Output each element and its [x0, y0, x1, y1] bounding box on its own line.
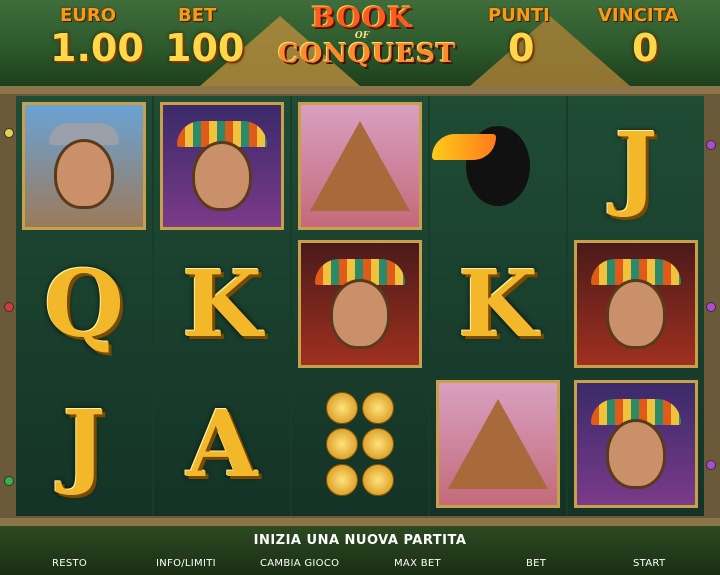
reel-3	[292, 96, 428, 516]
payline-marker	[4, 476, 14, 486]
bet-value: 100	[165, 26, 245, 70]
reel-5: J	[568, 96, 704, 516]
letter-k: K	[182, 250, 262, 358]
symbol-aztec-warrior	[572, 378, 700, 510]
symbol-pyramid	[296, 100, 424, 232]
euro-label: EURO	[60, 5, 117, 26]
bet-button[interactable]: BET	[526, 558, 546, 569]
payline-marker	[706, 140, 716, 150]
status-message: INIZIA UNA NUOVA PARTITA	[253, 533, 467, 548]
reels-area: Q J K A K J	[16, 96, 704, 516]
letter-k: K	[458, 250, 538, 358]
payline-marker	[4, 128, 14, 138]
letter-q: Q	[43, 250, 125, 358]
letter-a: A	[186, 390, 258, 498]
symbol-conquistador	[20, 100, 148, 232]
symbol-gold-coins	[296, 378, 424, 510]
symbol-q: Q	[20, 238, 148, 370]
start-button[interactable]: START	[633, 558, 665, 569]
symbol-aztec-warrior	[158, 100, 286, 232]
punti-label: PUNTI	[488, 5, 550, 26]
letter-j: J	[62, 390, 106, 498]
symbol-j: J	[572, 100, 700, 232]
payline-marker	[4, 302, 14, 312]
pyramid-backdrop	[470, 16, 630, 86]
aztec-warrior-icon	[160, 102, 284, 230]
vincita-value: 0	[632, 26, 659, 70]
symbol-toucan	[432, 100, 562, 232]
game-header: EURO 1.00 BET 100 BOOK OF CONQUEST PUNTI…	[0, 0, 720, 86]
symbol-k: K	[158, 238, 286, 370]
euro-value: 1.00	[50, 26, 144, 70]
cambia-gioco-button[interactable]: CAMBIA GIOCO	[260, 558, 339, 569]
bet-label: BET	[178, 5, 217, 26]
letter-j: J	[614, 112, 658, 220]
pyramid-icon	[298, 102, 422, 230]
max-bet-button[interactable]: MAX BET	[394, 558, 441, 569]
punti-value: 0	[508, 26, 535, 70]
symbol-aztec-woman	[572, 238, 700, 370]
gold-coins-icon	[298, 380, 422, 508]
vincita-label: VINCITA	[598, 5, 679, 26]
payline-marker	[706, 302, 716, 312]
conquistador-icon	[22, 102, 146, 230]
symbol-a: A	[158, 378, 286, 510]
reel-4: K	[430, 96, 566, 516]
logo-text-book: BOOK	[311, 1, 413, 34]
symbol-aztec-woman	[296, 238, 424, 370]
symbol-k: K	[434, 238, 562, 370]
logo-text-conquest: CONQUEST	[278, 39, 457, 69]
symbol-pyramid	[434, 378, 562, 510]
game-logo: BOOK OF CONQUEST	[278, 1, 457, 69]
aztec-woman-icon	[298, 240, 422, 368]
reel-2: K A	[154, 96, 290, 516]
symbol-j: J	[20, 378, 148, 510]
pyramid-icon	[436, 380, 560, 508]
resto-button[interactable]: RESTO	[52, 558, 87, 569]
aztec-warrior-icon	[574, 380, 698, 508]
payline-marker	[706, 460, 716, 470]
aztec-woman-icon	[574, 240, 698, 368]
reel-1: Q J	[16, 96, 152, 516]
toucan-icon	[432, 102, 560, 230]
info-limiti-button[interactable]: INFO/LIMITI	[156, 558, 216, 569]
